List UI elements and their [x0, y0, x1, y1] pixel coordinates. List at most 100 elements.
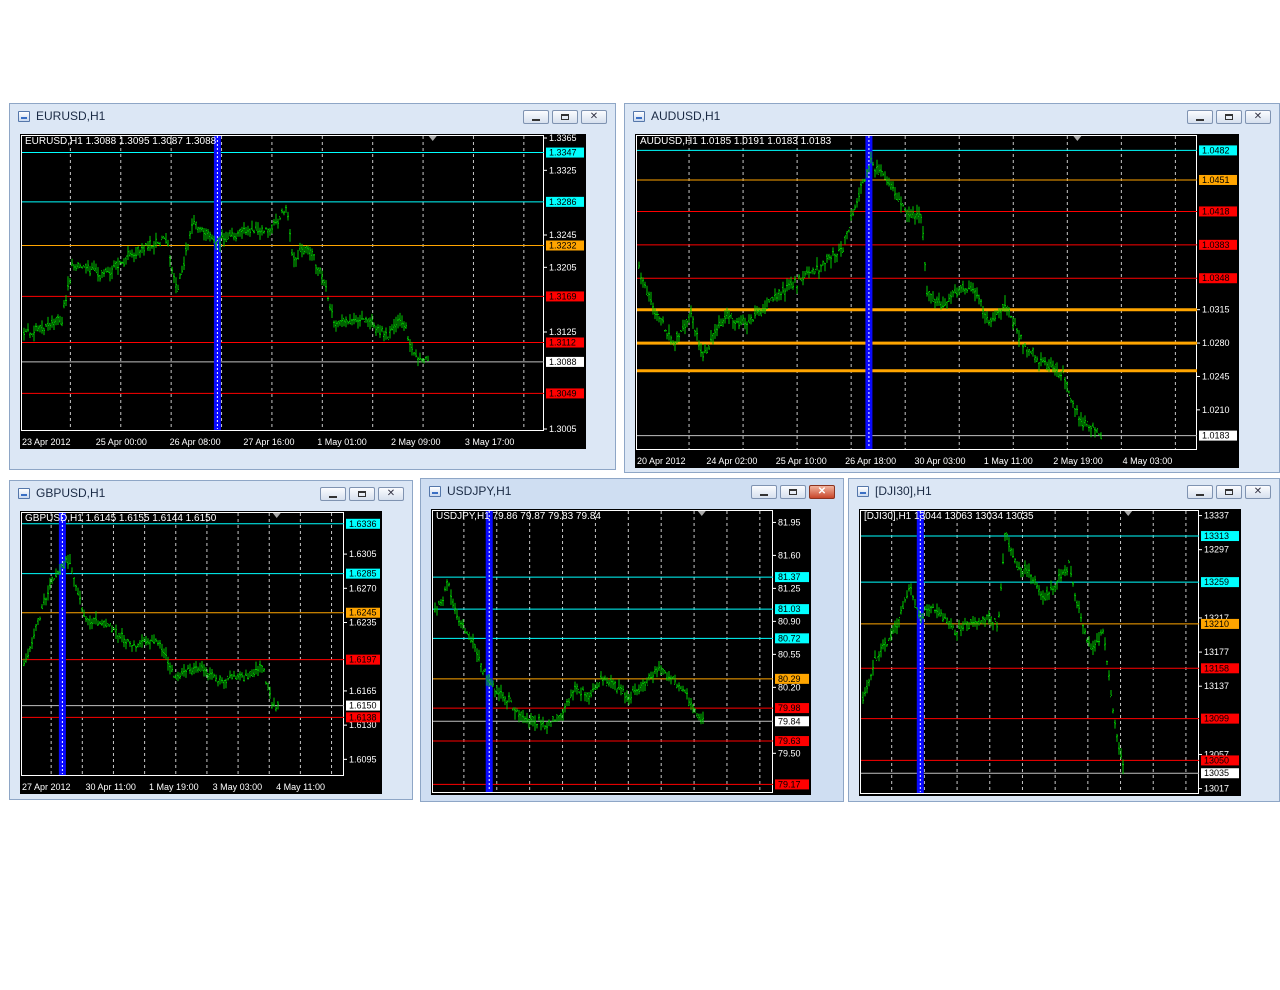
window-titlebar[interactable]: USDJPY,H1 ✕: [421, 479, 843, 507]
chart-area[interactable]: 13337 13297 13217 13177 13137 13057 13017 13313…: [859, 509, 1241, 796]
chart-shift-icon[interactable]: [428, 136, 437, 141]
price-chart: 1.63051.62701.62351.61651.61301.60951.63…: [21, 512, 380, 792]
window-titlebar[interactable]: EURUSD,H1 ✕: [10, 104, 615, 132]
chart-shift-icon[interactable]: [272, 513, 281, 518]
minimize-button[interactable]: [523, 110, 549, 124]
maximize-button[interactable]: [780, 485, 806, 499]
window-usdjpy[interactable]: USDJPY,H1 ✕ 81.95 81.60 81.25 80.90 80.55 80.20…: [420, 478, 844, 802]
date-axis-label: 24 Apr 02:00: [706, 456, 757, 466]
close-button[interactable]: ✕: [1245, 110, 1271, 124]
chart-shift-icon[interactable]: [1073, 136, 1082, 141]
price-axis-label: 1.3245: [549, 230, 577, 240]
price-axis-label: 1.3325: [549, 165, 577, 175]
date-axis-label: 4 May 03:00: [1123, 456, 1173, 466]
price-axis-label: 1.0315: [1202, 305, 1230, 315]
window-titlebar[interactable]: [DJI30],H1 ✕: [849, 479, 1279, 507]
close-button[interactable]: ✕: [1245, 485, 1271, 499]
plot-frame: [21, 512, 344, 776]
close-button[interactable]: ✕: [581, 110, 607, 124]
level-price-label: 13050: [1204, 755, 1229, 765]
date-axis-label: 27 Apr 16:00: [243, 437, 294, 447]
minimize-icon: [1196, 493, 1204, 496]
price-axis-label: 79.50: [778, 748, 801, 758]
window-controls: ✕: [1187, 110, 1271, 124]
chart-area[interactable]: 1.0315 1.0280 1.0245 1.0210 1.0482 1.0451 1.04…: [635, 134, 1239, 468]
level-price-label: 1.0482: [1202, 145, 1230, 155]
date-axis-label: 1 May 01:00: [317, 437, 367, 447]
chart-window-icon: [18, 111, 30, 122]
date-axis-label: 23 Apr 2012: [22, 437, 71, 447]
level-price-label: 1.0383: [1202, 240, 1230, 250]
minimize-button[interactable]: [751, 485, 777, 499]
maximize-button[interactable]: [1216, 110, 1242, 124]
level-price-label: 1.3232: [549, 241, 577, 251]
minimize-icon: [760, 493, 768, 496]
date-axis-label: 20 Apr 2012: [637, 456, 686, 466]
window-title: GBPUSD,H1: [36, 486, 106, 500]
level-price-label: 79.84: [778, 716, 801, 726]
maximize-button[interactable]: [552, 110, 578, 124]
window-audusd[interactable]: AUDUSD,H1 ✕ 1.0315 1.0280 1.0245 1.0210 1.0482…: [624, 103, 1280, 473]
price-axis-label: 13297: [1204, 545, 1229, 555]
marker-band: [58, 513, 66, 775]
date-axis-label: 27 Apr 2012: [22, 782, 71, 792]
date-axis-label: 3 May 03:00: [213, 782, 263, 792]
date-axis-label: 2 May 09:00: [391, 437, 441, 447]
chart-area[interactable]: 81.95 81.60 81.25 80.90 80.55 80.20 79.50 81.37…: [431, 509, 811, 795]
window-controls: ✕: [523, 110, 607, 124]
level-price-label: 1.6285: [349, 569, 377, 579]
close-icon: ✕: [817, 486, 827, 497]
window-gbpusd[interactable]: GBPUSD,H1 ✕ 1.6305 1.6270 1.6235 1.6165 1.6130…: [9, 480, 413, 800]
date-axis-label: 26 Apr 18:00: [845, 456, 896, 466]
level-price-label: 1.3112: [549, 338, 576, 348]
chart-area[interactable]: 1.3365 1.3325 1.3245 1.3205 1.3125 1.3005 1.33…: [20, 134, 586, 449]
level-price-label: 13259: [1204, 577, 1229, 587]
price-chart: 1.3365 1.3325 1.3245 1.3205 1.3125 1.3005 1.33…: [21, 134, 584, 447]
minimize-button[interactable]: [320, 487, 346, 501]
minimize-button[interactable]: [1187, 110, 1213, 124]
price-axis-label: 13177: [1204, 647, 1229, 657]
window-title: EURUSD,H1: [36, 109, 106, 123]
date-axis-label: 25 Apr 10:00: [776, 456, 827, 466]
level-price-label: 1.3286: [549, 197, 577, 207]
level-price-label: 1.6336: [349, 519, 377, 529]
level-price-label: 1.0183: [1202, 431, 1230, 441]
level-price-label: 80.29: [778, 674, 801, 684]
price-axis-label: 1.3005: [549, 424, 577, 434]
chart-shift-icon[interactable]: [1124, 511, 1133, 516]
level-price-label: 1.6197: [349, 655, 377, 665]
plot-frame: [636, 135, 1197, 450]
price-axis-label: 13017: [1204, 784, 1229, 794]
date-axis-label: 25 Apr 00:00: [96, 437, 147, 447]
chart-area[interactable]: 1.6305 1.6270 1.6235 1.6165 1.6130 1.6095 1.63…: [20, 511, 382, 794]
level-price-label: 1.3088: [549, 357, 577, 367]
chart-window-icon: [18, 488, 30, 499]
chart-window-icon: [633, 111, 645, 122]
close-button[interactable]: ✕: [809, 485, 835, 499]
window-eurusd[interactable]: EURUSD,H1 ✕ 1.3365 1.3325 1.3245 1.3205 1.3125…: [9, 103, 616, 470]
price-chart: 81.9581.6081.2580.9080.5580.2079.5081.37…: [432, 510, 809, 793]
window-titlebar[interactable]: AUDUSD,H1 ✕: [625, 104, 1279, 132]
level-price-label: 79.17: [778, 779, 801, 789]
close-icon: ✕: [1253, 486, 1263, 497]
close-button[interactable]: ✕: [378, 487, 404, 501]
window-titlebar[interactable]: GBPUSD,H1 ✕: [10, 481, 412, 509]
price-chart: 1333713297132171317713137130571301713313…: [860, 510, 1239, 794]
maximize-button[interactable]: [349, 487, 375, 501]
chart-info-line: AUDUSD,H1 1.0185 1.0191 1.0183 1.0183: [640, 136, 832, 147]
level-price-label: 13035: [1204, 768, 1229, 778]
maximize-icon: [561, 114, 569, 120]
minimize-button[interactable]: [1187, 485, 1213, 499]
price-axis-label: 1.3365: [549, 134, 577, 143]
date-axis-label: 1 May 19:00: [149, 782, 199, 792]
window-controls: ✕: [320, 487, 404, 501]
chart-window-icon: [857, 486, 869, 497]
chart-info-line: USDJPY,H1 79.86 79.87 79.83 79.84: [436, 511, 601, 522]
maximize-button[interactable]: [1216, 485, 1242, 499]
level-price-label: 13158: [1204, 663, 1229, 673]
price-axis-label: 1.6270: [349, 583, 377, 593]
chart-shift-icon[interactable]: [697, 511, 706, 516]
level-price-label: 13099: [1204, 714, 1229, 724]
window-dji30[interactable]: [DJI30],H1 ✕ 13337 13297 13217 13177 13137 1305…: [848, 478, 1280, 802]
price-axis-label: 1.6165: [349, 686, 377, 696]
